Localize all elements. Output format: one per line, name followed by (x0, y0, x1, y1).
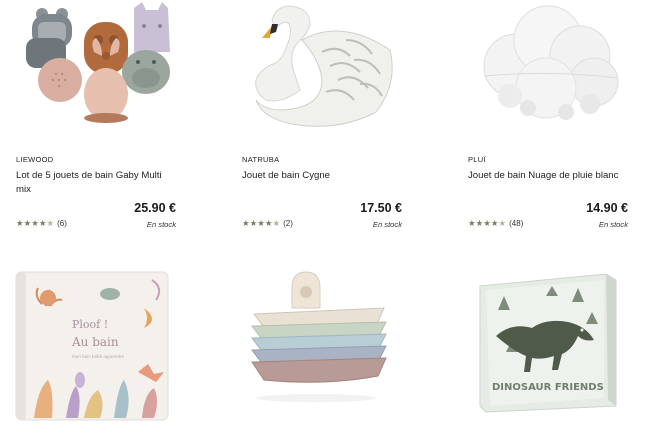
rating-stars: ★ ★ ★ ★ ★ (468, 219, 506, 228)
product-price: 14.90 € (586, 201, 628, 215)
star-icon: ★ (242, 218, 250, 228)
stock-status: En stock (598, 220, 628, 229)
product-card-2[interactable]: NATRUBA Jouet de bain Cygne 17.50 € ★ ★ ★ ★… (242, 0, 402, 235)
star-icon: ★ (249, 218, 258, 228)
product-rating: ★ ★ ★ ★ ★ (48) (468, 219, 523, 229)
book-title: Ploof ! (72, 318, 108, 331)
swan-shape (255, 5, 393, 127)
book-title: DINOSAUR FRIENDS (492, 382, 604, 393)
star-icon: ★ (468, 218, 476, 228)
review-count[interactable]: (6) (57, 219, 67, 228)
star-icon: ★ (475, 218, 484, 228)
product-title[interactable]: Jouet de bain Nuage de pluie blanc (468, 169, 626, 183)
review-count[interactable]: (2) (283, 219, 293, 228)
star-icon: ★ (483, 218, 491, 228)
stock-status: En stock (372, 220, 402, 229)
product-card-6[interactable]: DINOSAUR FRIENDS (476, 266, 636, 430)
review-count[interactable]: (48) (509, 219, 523, 228)
stock-status: En stock (146, 220, 176, 229)
bath-toys-set-image[interactable] (18, 0, 178, 135)
swan-toy-image[interactable] (242, 0, 402, 135)
half-star-icon: ★ (272, 218, 281, 228)
half-star-icon: ★ (46, 218, 55, 228)
product-rating: ★ ★ ★ ★ ★ (2) (242, 219, 293, 229)
product-card-3[interactable]: PLUÏ Jouet de bain Nuage de pluie blanc … (468, 0, 628, 235)
product-title[interactable]: Lot de 5 jouets de bain Gaby Multi mix (16, 169, 174, 197)
cloud-shape (483, 5, 619, 120)
product-brand: PLUÏ (468, 155, 486, 164)
star-icon: ★ (257, 218, 265, 228)
product-price: 17.50 € (360, 201, 402, 215)
cloud-toy-image[interactable] (468, 0, 628, 135)
stacking-boats-image[interactable] (244, 268, 400, 428)
book-note: mon bain bébé apprendre (72, 354, 125, 359)
star-icon: ★ (23, 218, 32, 228)
half-star-icon: ★ (498, 218, 507, 228)
rating-stars: ★ ★ ★ ★ ★ (16, 219, 54, 228)
product-card-4[interactable]: Ploof ! Au bain mon bain bébé apprendre (14, 268, 174, 428)
dinosaur-book-image[interactable]: DINOSAUR FRIENDS (476, 266, 640, 416)
rating-stars: ★ ★ ★ ★ ★ (242, 219, 280, 228)
product-card-5[interactable] (244, 268, 404, 428)
bath-book-image[interactable]: Ploof ! Au bain mon bain bébé apprendre (14, 268, 172, 424)
product-brand: NATRUBA (242, 155, 280, 164)
product-rating: ★ ★ ★ ★ ★ (6) (16, 219, 67, 229)
product-title[interactable]: Jouet de bain Cygne (242, 169, 400, 183)
book-subtitle: Au bain (71, 335, 119, 349)
product-brand: LIEWOOD (16, 155, 54, 164)
product-card-1[interactable]: LIEWOOD Lot de 5 jouets de bain Gaby Mul… (16, 0, 176, 235)
star-icon: ★ (490, 218, 499, 228)
product-price: 25.90 € (134, 201, 176, 215)
star-icon: ★ (31, 218, 39, 228)
star-icon: ★ (16, 218, 24, 228)
star-icon: ★ (38, 218, 47, 228)
star-icon: ★ (264, 218, 273, 228)
